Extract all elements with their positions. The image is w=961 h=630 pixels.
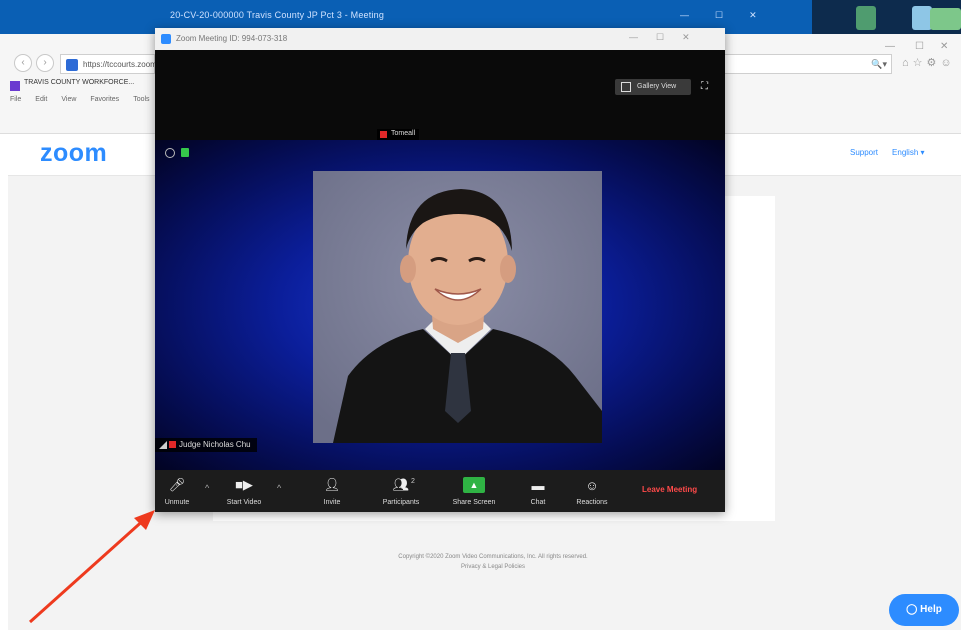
annotation-arrow-layer (28, 510, 155, 624)
screen: 20-CV-20-000000 Travis County JP Pct 3 -… (0, 0, 961, 630)
red-arrow-icon (28, 510, 155, 624)
